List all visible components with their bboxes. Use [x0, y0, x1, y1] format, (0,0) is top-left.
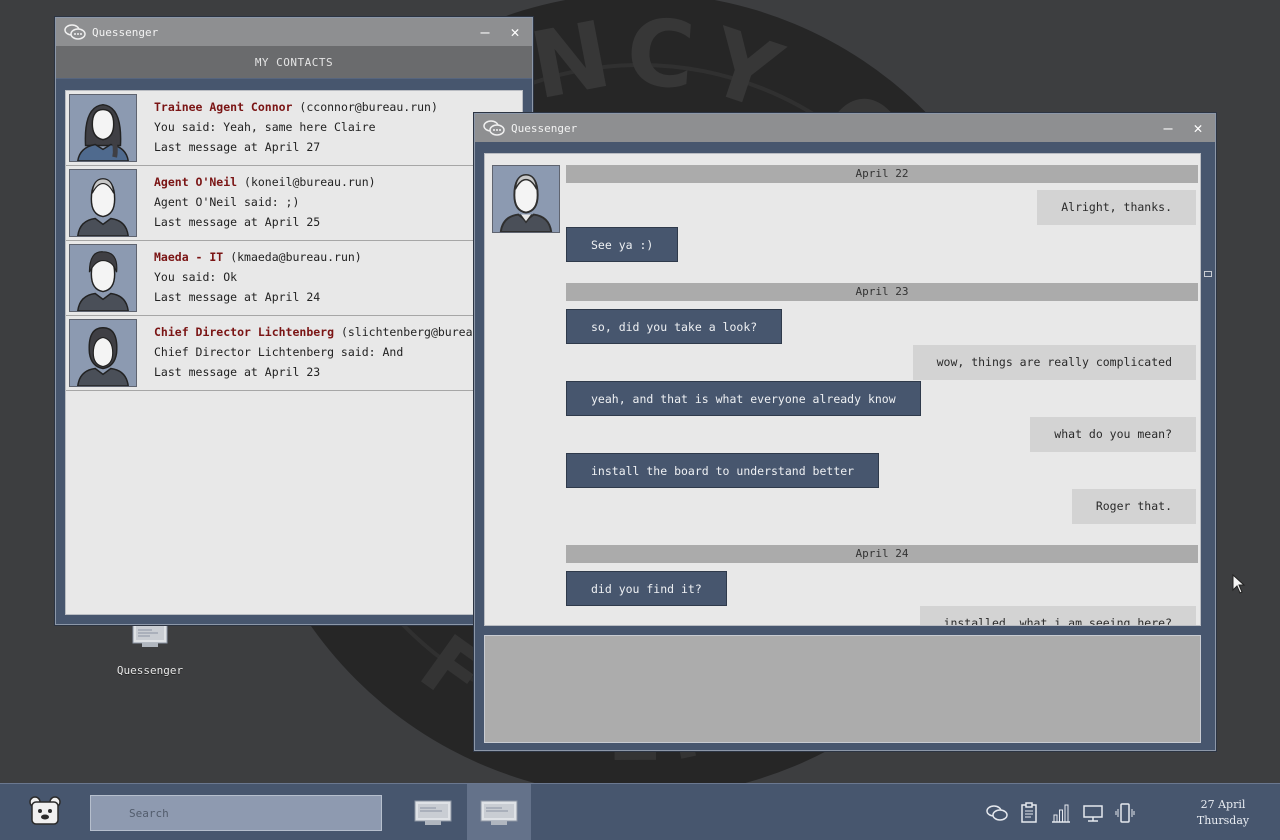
message-sent: yeah, and that is what everyone already …	[566, 381, 921, 416]
contact-last-message: Last message at April 24	[154, 290, 321, 304]
close-button[interactable]: ✕	[1189, 119, 1207, 137]
taskbar: 27 April Thursday	[0, 783, 1280, 840]
message-sent: did you find it?	[566, 571, 727, 606]
contact-info: Chief Director Lichtenberg (slichtenberg…	[154, 319, 514, 390]
contact-email: (koneil@bureau.run)	[244, 175, 376, 189]
minimize-button[interactable]: –	[476, 23, 494, 41]
chat-bubbles-icon	[64, 24, 86, 40]
close-button[interactable]: ✕	[506, 23, 524, 41]
scrollbar-thumb[interactable]	[1204, 271, 1212, 277]
contact-item[interactable]: Maeda - IT (kmaeda@bureau.run) You said: …	[66, 241, 522, 316]
desktop-icon-quessenger[interactable]: Quessenger	[110, 622, 190, 677]
contacts-window[interactable]: Quessenger – ✕ MY CONTACTS Trainee Agent…	[55, 17, 533, 625]
contact-preview: Chief Director Lichtenberg said: And	[154, 345, 404, 359]
contact-avatar	[69, 94, 137, 162]
chat-titlebar[interactable]: Quessenger – ✕	[475, 114, 1215, 142]
contact-name: Maeda - IT	[154, 250, 224, 264]
contact-name: Trainee Agent Connor	[154, 100, 293, 114]
taskbar-window-chat[interactable]	[467, 784, 531, 840]
contact-last-message: Last message at April 27	[154, 140, 321, 154]
contact-avatar	[492, 165, 560, 233]
window-title: Quessenger	[92, 25, 159, 39]
message-received: Roger that.	[1071, 489, 1196, 524]
contact-info: Maeda - IT (kmaeda@bureau.run) You said: …	[154, 244, 362, 315]
message-sent: so, did you take a look?	[566, 309, 783, 344]
search-input[interactable]	[90, 795, 382, 831]
clipboard-icon[interactable]	[1018, 802, 1040, 824]
clock-date: 27 April	[1200, 798, 1246, 811]
message-sent: See ya :)	[566, 227, 679, 262]
mouse-cursor-icon	[1232, 574, 1246, 594]
date-separator: April 22	[566, 165, 1198, 183]
phone-vibrate-icon[interactable]	[1114, 802, 1136, 824]
contact-last-message: Last message at April 23	[154, 365, 321, 379]
contacts-titlebar[interactable]: Quessenger – ✕	[56, 18, 532, 46]
contact-item[interactable]: Agent O'Neil (koneil@bureau.run) Agent O'…	[66, 166, 522, 241]
message-history[interactable]: April 22 Alright, thanks. See ya :) Apri…	[484, 153, 1201, 626]
monitor-icon	[132, 622, 168, 647]
contact-info: Trainee Agent Connor (cconnor@bureau.run…	[154, 94, 438, 165]
taskbar-window-contacts[interactable]	[401, 784, 465, 840]
contact-item[interactable]: Chief Director Lichtenberg (slichtenberg…	[66, 316, 522, 391]
message-received: wow, things are really complicated	[912, 345, 1196, 380]
contact-preview: You said: Yeah, same here Claire	[154, 120, 376, 134]
display-icon[interactable]	[1082, 802, 1104, 824]
date-separator: April 24	[566, 545, 1198, 563]
contact-name: Chief Director Lichtenberg	[154, 325, 335, 339]
contact-avatar	[69, 319, 137, 387]
message-received: Alright, thanks.	[1037, 190, 1196, 225]
chat-bubbles-icon	[483, 120, 505, 136]
minimize-button[interactable]: –	[1159, 119, 1177, 137]
monitor-icon	[480, 800, 518, 825]
taskbar-clock[interactable]: 27 April Thursday	[1188, 797, 1258, 829]
chat-window[interactable]: Quessenger – ✕ April 22 Alright, thanks.…	[474, 113, 1216, 751]
contact-avatar	[69, 244, 137, 312]
date-separator: April 23	[566, 283, 1198, 301]
monitor-icon	[414, 800, 452, 825]
window-title: Quessenger	[511, 121, 578, 135]
contact-info: Agent O'Neil (koneil@bureau.run) Agent O'…	[154, 169, 376, 240]
message-received: installed, what i am seeing here?	[919, 606, 1196, 625]
contact-avatar	[69, 169, 137, 237]
contact-email: (cconnor@bureau.run)	[299, 100, 438, 114]
bear-logo-icon[interactable]	[28, 796, 62, 828]
contact-name: Agent O'Neil	[154, 175, 238, 189]
contact-preview: You said: Ok	[154, 270, 238, 284]
contact-email: (kmaeda@bureau.run)	[230, 250, 362, 264]
message-input[interactable]	[484, 635, 1201, 743]
chat-icon[interactable]	[986, 802, 1008, 824]
clock-day: Thursday	[1196, 814, 1250, 827]
contact-preview: Agent O'Neil said: ;)	[154, 195, 300, 209]
message-sent: install the board to understand better	[566, 453, 880, 488]
contacts-header: MY CONTACTS	[56, 46, 532, 79]
contacts-list: Trainee Agent Connor (cconnor@bureau.run…	[65, 90, 523, 615]
contact-item[interactable]: Trainee Agent Connor (cconnor@bureau.run…	[66, 91, 522, 166]
contact-last-message: Last message at April 25	[154, 215, 321, 229]
bar-chart-icon[interactable]	[1050, 802, 1072, 824]
message-received: what do you mean?	[1030, 417, 1196, 452]
desktop-icon-label: Quessenger	[116, 664, 184, 677]
